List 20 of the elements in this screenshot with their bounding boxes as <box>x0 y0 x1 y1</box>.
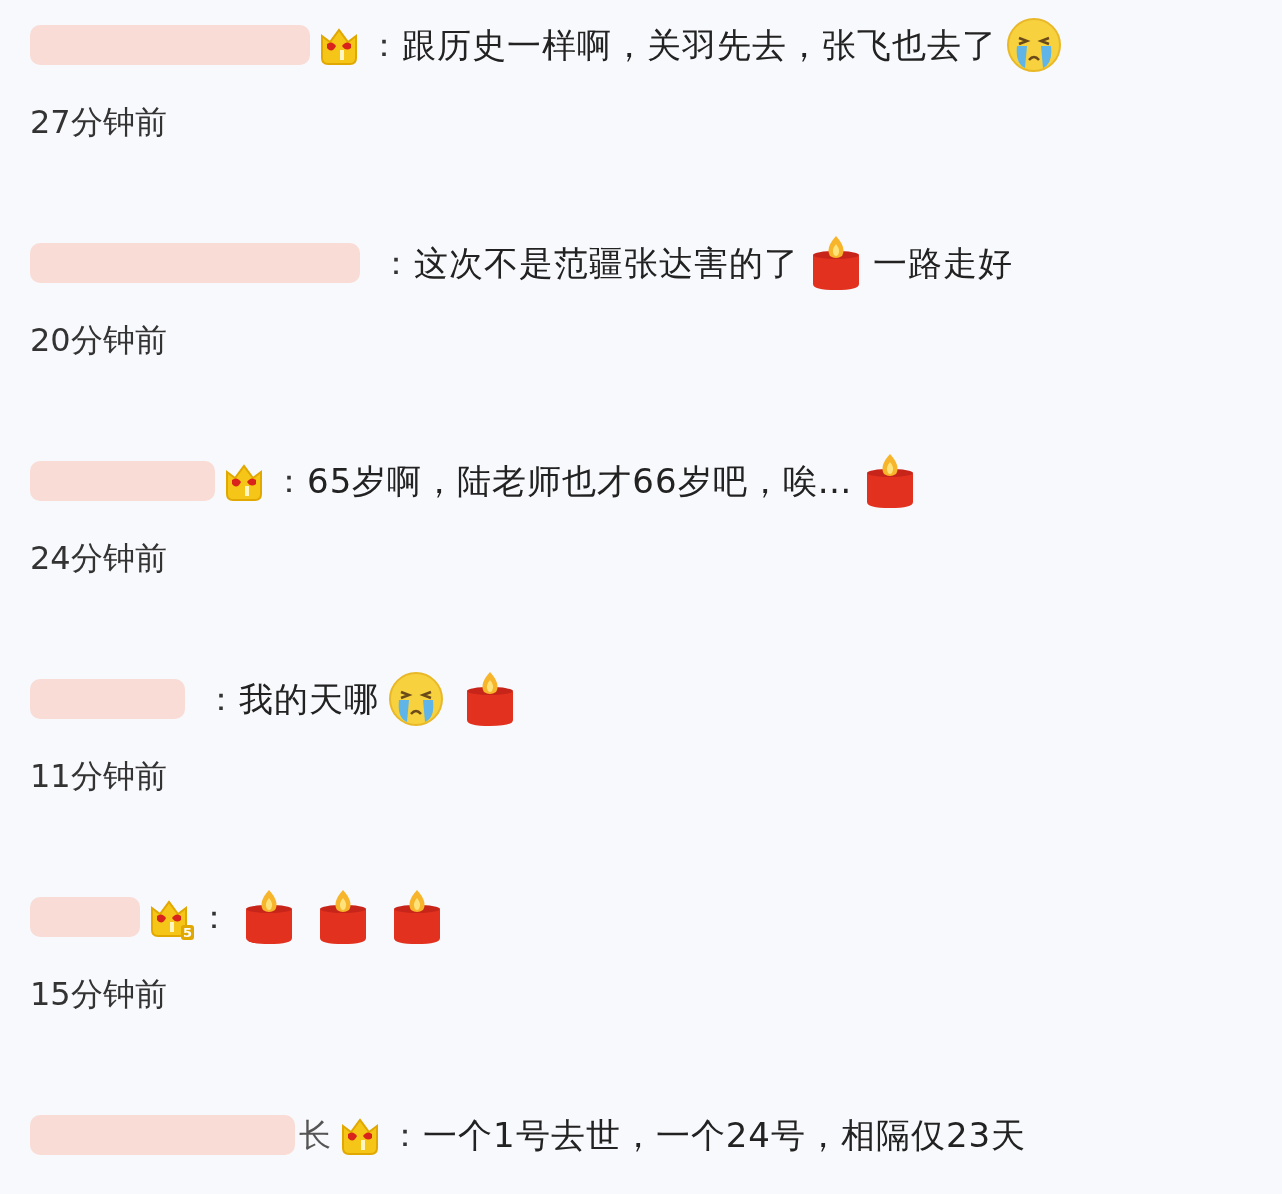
comment-text: 这次不是范疆张达害的了 <box>414 241 799 285</box>
timestamp: 24分钟前 <box>30 538 167 579</box>
crying-face-icon <box>1005 16 1063 74</box>
username-fragment: 长 <box>299 1115 331 1156</box>
colon: ： <box>198 897 231 938</box>
timestamp: 27分钟前 <box>30 102 167 143</box>
colon: ： <box>273 461 306 502</box>
comment-text: 我的天哪 <box>239 677 379 721</box>
crying-face-icon <box>387 670 445 728</box>
timestamp: 15分钟前 <box>30 974 167 1015</box>
comment-text: 跟历史一样啊，关羽先去，张飞也去了 <box>402 23 997 67</box>
colon: ： <box>380 243 413 284</box>
colon: ： <box>205 679 238 720</box>
timestamp: 20分钟前 <box>30 320 167 361</box>
colon: ： <box>368 25 401 66</box>
comment-text: 一路走好 <box>873 241 1013 285</box>
timestamp: 11分钟前 <box>30 756 167 797</box>
colon: ： <box>389 1115 422 1156</box>
comment-text: 一个1号去世，一个24号，相隔仅23天 <box>423 1113 1027 1157</box>
comment-text: 65岁啊，陆老师也才66岁吧，唉… <box>307 459 853 503</box>
